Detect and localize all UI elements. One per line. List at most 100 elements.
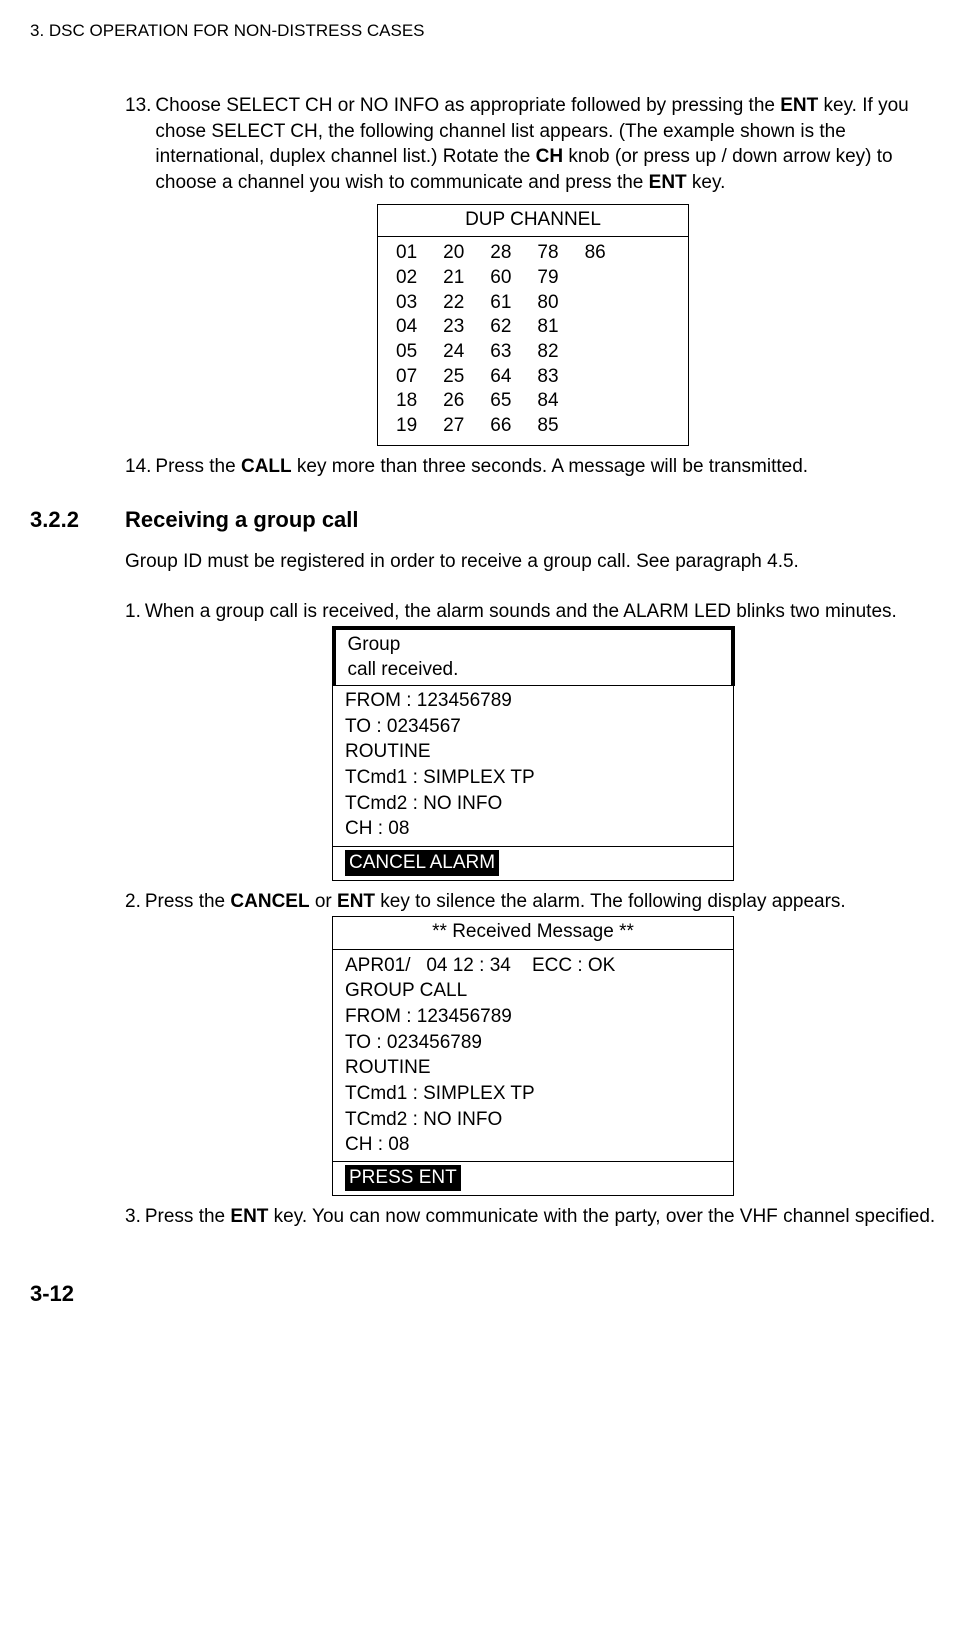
step-number: 3. [125, 1204, 141, 1230]
channel-cell: 27 [443, 414, 464, 439]
ent-key: ENT [337, 891, 375, 912]
step-number: 14. [125, 454, 151, 480]
text: Press the [145, 891, 231, 912]
ch-line: CH : 08 [345, 816, 721, 842]
ent-key: ENT [230, 1206, 268, 1227]
channel-cell: 18 [396, 389, 417, 414]
table-column: 78 79 80 81 82 83 84 85 [537, 241, 558, 439]
channel-cell: 84 [537, 389, 558, 414]
step-text: Press the ENT key. You can now communica… [145, 1204, 935, 1230]
channel-cell: 86 [585, 241, 606, 266]
channel-cell: 85 [537, 414, 558, 439]
channel-cell: 60 [490, 266, 511, 291]
channel-cell: 79 [537, 266, 558, 291]
text: key more than three seconds. A message w… [292, 456, 808, 477]
step-text: Press the CALL key more than three secon… [155, 454, 808, 480]
text: key. [687, 172, 726, 193]
step-text: Press the CANCEL or ENT key to silence t… [145, 889, 846, 915]
channel-cell: 22 [443, 291, 464, 316]
channel-cell: 66 [490, 414, 511, 439]
from-line: FROM : 123456789 [345, 688, 721, 714]
section-title: Receiving a group call [125, 505, 359, 535]
page-number: 3-12 [30, 1279, 941, 1309]
channel-cell: 01 [396, 241, 417, 266]
channel-cell: 63 [490, 340, 511, 365]
cancel-key: CANCEL [230, 891, 309, 912]
alarm-body: FROM : 123456789 TO : 0234567 ROUTINE TC… [333, 686, 733, 846]
alarm-screen: Group call received. FROM : 123456789 TO… [332, 626, 734, 880]
press-ent-label: PRESS ENT [345, 1165, 461, 1191]
table-column: 20 21 22 23 24 25 26 27 [443, 241, 464, 439]
channel-cell: 78 [537, 241, 558, 266]
tcmd2-line: TCmd2 : NO INFO [345, 1107, 721, 1133]
channel-cell: 24 [443, 340, 464, 365]
intro-paragraph: Group ID must be registered in order to … [125, 549, 941, 575]
ch-line: CH : 08 [345, 1132, 721, 1158]
text: Press the [155, 456, 241, 477]
channel-cell: 23 [443, 315, 464, 340]
received-message-screen: ** Received Message ** APR01/ 04 12 : 34… [332, 916, 734, 1195]
text: Press the [145, 1206, 231, 1227]
text: key. You can now communicate with the pa… [268, 1206, 935, 1227]
table-column: 01 02 03 04 05 07 18 19 [396, 241, 417, 439]
channel-cell: 61 [490, 291, 511, 316]
step-13: 13. Choose SELECT CH or NO INFO as appro… [125, 93, 941, 196]
tcmd2-line: TCmd2 : NO INFO [345, 791, 721, 817]
channel-cell: 02 [396, 266, 417, 291]
table-title: DUP CHANNEL [378, 205, 688, 238]
step-text: When a group call is received, the alarm… [145, 599, 897, 625]
step-14: 14. Press the CALL key more than three s… [125, 454, 941, 480]
channel-cell: 07 [396, 365, 417, 390]
section-heading: 3.2.2 Receiving a group call [30, 505, 941, 535]
channel-cell: 28 [490, 241, 511, 266]
alarm-footer: CANCEL ALARM [333, 846, 733, 880]
type-line: GROUP CALL [345, 978, 721, 1004]
step-1: 1. When a group call is received, the al… [125, 599, 941, 625]
channel-cell: 03 [396, 291, 417, 316]
page-header: 3. DSC OPERATION FOR NON-DISTRESS CASES [30, 20, 941, 43]
to-line: TO : 0234567 [345, 714, 721, 740]
cancel-alarm-label: CANCEL ALARM [345, 850, 499, 876]
step-number: 1. [125, 599, 141, 625]
datetime-line: APR01/ 04 12 : 34 ECC : OK [345, 953, 721, 979]
section-number: 3.2.2 [30, 505, 125, 535]
to-line: TO : 023456789 [345, 1030, 721, 1056]
tcmd1-line: TCmd1 : SIMPLEX TP [345, 765, 721, 791]
channel-cell: 19 [396, 414, 417, 439]
ch-knob: CH [536, 146, 563, 167]
channel-cell: 04 [396, 315, 417, 340]
channel-cell: 62 [490, 315, 511, 340]
from-line: FROM : 123456789 [345, 1004, 721, 1030]
table-column: 86 [585, 241, 606, 439]
text: or [310, 891, 337, 912]
text: key to silence the alarm. The following … [375, 891, 846, 912]
channel-cell: 81 [537, 315, 558, 340]
rm-footer: PRESS ENT [333, 1162, 733, 1195]
rm-body: APR01/ 04 12 : 34 ECC : OK GROUP CALL FR… [333, 950, 733, 1162]
routine-line: ROUTINE [345, 739, 721, 765]
channel-cell: 64 [490, 365, 511, 390]
text: Choose SELECT CH or NO INFO as appropria… [155, 95, 780, 116]
alarm-header: Group call received. [332, 626, 735, 686]
ent-key: ENT [780, 95, 818, 116]
rm-title: ** Received Message ** [333, 917, 733, 950]
step-text: Choose SELECT CH or NO INFO as appropria… [155, 93, 941, 196]
table-column: 28 60 61 62 63 64 65 66 [490, 241, 511, 439]
channel-cell: 83 [537, 365, 558, 390]
routine-line: ROUTINE [345, 1055, 721, 1081]
step-number: 13. [125, 93, 151, 196]
alarm-line: call received. [348, 657, 719, 683]
alarm-line: Group [348, 632, 719, 658]
ent-key: ENT [649, 172, 687, 193]
channel-cell: 65 [490, 389, 511, 414]
call-key: CALL [241, 456, 292, 477]
channel-cell: 05 [396, 340, 417, 365]
channel-cell: 26 [443, 389, 464, 414]
step-3: 3. Press the ENT key. You can now commun… [125, 1204, 941, 1230]
step-2: 2. Press the CANCEL or ENT key to silenc… [125, 889, 941, 915]
channel-cell: 80 [537, 291, 558, 316]
channel-cell: 20 [443, 241, 464, 266]
tcmd1-line: TCmd1 : SIMPLEX TP [345, 1081, 721, 1107]
channel-cell: 25 [443, 365, 464, 390]
channel-cell: 82 [537, 340, 558, 365]
